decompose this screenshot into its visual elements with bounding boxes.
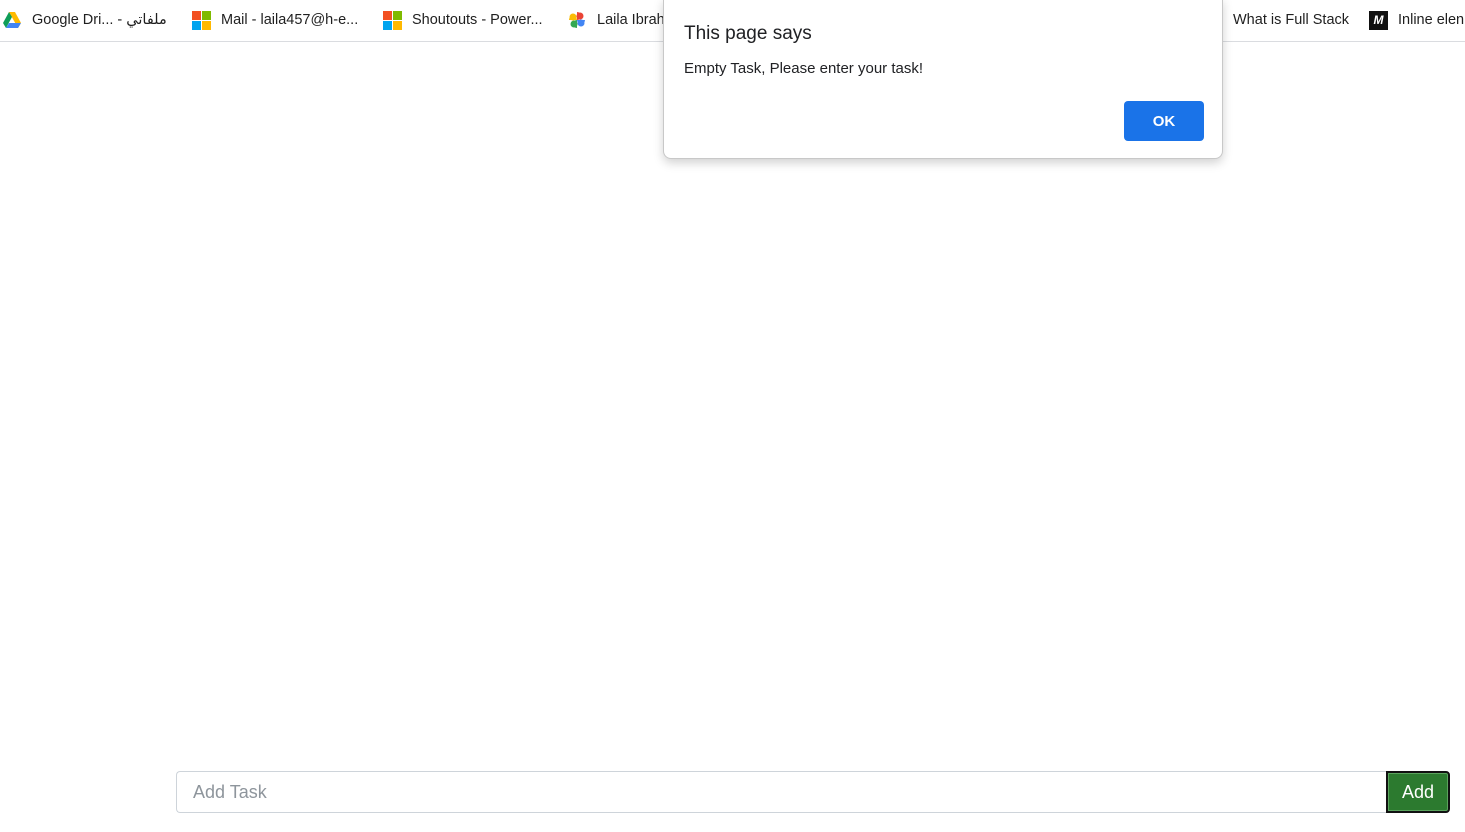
bookmark-google-drive[interactable]: Google Dri... - ملفاتي (2, 0, 167, 40)
bookmark-label: Mail - laila457@h-e... (221, 12, 359, 28)
alert-dialog: This page says Empty Task, Please enter … (663, 0, 1223, 159)
bookmark-label: Shoutouts - Power... (412, 12, 543, 28)
dialog-title: This page says (684, 23, 812, 44)
bookmark-label: Google Dri... - ملفاتي (32, 12, 167, 28)
bookmark-label: What is Full Stack (1233, 12, 1350, 28)
bookmark-full-stack[interactable]: What is Full Stack (1223, 0, 1349, 40)
bookmark-label: Inline elen (1398, 12, 1465, 28)
bookmark-laila-photos[interactable]: Laila Ibrah (567, 0, 665, 40)
bookmark-inline-elements[interactable]: M Inline elen (1369, 0, 1464, 40)
medium-icon: M (1369, 10, 1388, 30)
google-photos-icon (567, 10, 587, 30)
ok-button[interactable]: OK (1124, 101, 1204, 141)
task-form: Add (176, 771, 1450, 813)
microsoft-icon (383, 10, 402, 30)
dialog-message: Empty Task, Please enter your task! (684, 60, 923, 77)
microsoft-icon (192, 10, 211, 30)
add-task-input[interactable] (176, 771, 1387, 813)
bookmark-shoutouts[interactable]: Shoutouts - Power... (383, 0, 543, 40)
google-drive-icon (2, 10, 22, 30)
bookmark-label: Laila Ibrah (597, 12, 665, 28)
add-button[interactable]: Add (1386, 771, 1450, 813)
bookmark-mail[interactable]: Mail - laila457@h-e... (192, 0, 358, 40)
